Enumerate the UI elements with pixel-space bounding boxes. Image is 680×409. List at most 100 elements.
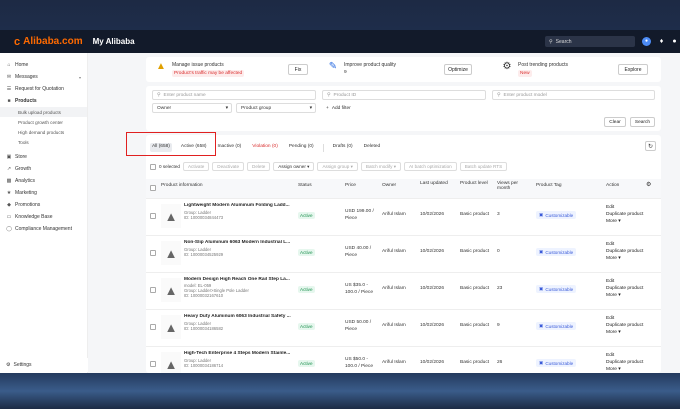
chevron-down-icon: ▾ — [618, 256, 621, 261]
more-dropdown[interactable]: More ▾ — [606, 256, 621, 261]
sidebar-item-rfq[interactable]: ☰ Request for Quotation — [0, 83, 87, 95]
shield-icon: ◯ — [6, 226, 12, 232]
product-name[interactable]: Non-Slip Aluminum 6063 Modern Industrial… — [184, 240, 294, 245]
row-checkbox[interactable] — [150, 324, 156, 330]
account-icon[interactable]: ● — [670, 37, 679, 46]
bulk-actions-bar: 0 selected Activate Deactivate Delete As… — [150, 162, 508, 171]
product-name[interactable]: Lightweight Modern Aluminum Folding Ladd… — [184, 203, 294, 208]
duplicate-product-link[interactable]: Duplicate product — [606, 323, 643, 328]
sidebar-item-label: Home — [15, 62, 29, 68]
assign-owner-button[interactable]: Assign owner ▾ — [273, 162, 315, 171]
product-name-input[interactable]: ⚲ Enter product name — [152, 90, 316, 100]
sidebar-item-growth[interactable]: ↗ Growth — [0, 163, 87, 175]
batch-modify-button[interactable]: Batch modify ▾ — [360, 162, 402, 171]
sidebar-subitem-growth-center[interactable]: Product growth center — [0, 117, 87, 127]
sidebar-subitem-high-demand[interactable]: High demand products — [0, 127, 87, 137]
views: 26 — [497, 360, 503, 365]
sidebar-item-messages[interactable]: ✉ Messages ▾ — [0, 71, 87, 83]
product-id-input[interactable]: ⚲ Product ID — [322, 90, 486, 100]
product-name[interactable]: Modern Design High Reach One Rail Step L… — [184, 277, 294, 282]
duplicate-product-link[interactable]: Duplicate product — [606, 286, 643, 291]
refresh-button[interactable]: ↻ — [645, 141, 656, 151]
header-checkbox[interactable] — [150, 185, 156, 191]
activate-button[interactable]: Activate — [182, 162, 210, 171]
fix-button[interactable]: Fix — [288, 64, 308, 75]
price: USD 50.00 / Piece — [345, 319, 375, 333]
product-thumbnail[interactable]: ▲ — [161, 204, 181, 228]
edit-link[interactable]: Edit — [606, 205, 614, 210]
product-thumbnail[interactable]: ▲ — [161, 278, 181, 302]
deactivate-button[interactable]: Deactivate — [212, 162, 245, 171]
row-checkbox[interactable] — [150, 361, 156, 367]
rfq-icon: ☰ — [6, 86, 12, 92]
sidebar-item-promotions[interactable]: ◆ Promotions — [0, 199, 87, 211]
row-checkbox[interactable] — [150, 213, 156, 219]
duplicate-product-link[interactable]: Duplicate product — [606, 360, 643, 365]
tab-label: Pending — [288, 144, 307, 149]
sidebar-item-home[interactable]: ⌂ Home — [0, 59, 87, 71]
tag-label: Customizable — [545, 212, 574, 218]
tab-deleted[interactable]: Deleted — [362, 143, 383, 152]
sidebar-subitem-tools[interactable]: Tools — [0, 137, 87, 147]
more-dropdown[interactable]: More ▾ — [606, 293, 621, 298]
top-search-input[interactable]: ⚲ Search — [545, 36, 635, 47]
bell-icon[interactable]: ♦ — [657, 37, 666, 46]
chevron-down-icon: ▾ — [618, 219, 621, 224]
edit-link[interactable]: Edit — [606, 353, 614, 358]
tag-label: Customizable — [545, 323, 574, 329]
alibaba-logo[interactable]: ϲ Alibaba.com — [14, 36, 83, 48]
product-name[interactable]: Heavy Duty Aluminum 6063 Industrial Safe… — [184, 314, 294, 319]
sidebar-subitem-bulk-upload[interactable]: Bulk upload products — [0, 107, 87, 117]
table-row: ▲ Heavy Duty Aluminum 6063 Industrial Sa… — [146, 309, 661, 345]
owner-select[interactable]: Owner ▾ — [152, 103, 232, 113]
select-all-checkbox[interactable] — [150, 163, 156, 170]
edit-link[interactable]: Edit — [606, 279, 614, 284]
product-thumbnail[interactable]: ▲ — [161, 241, 181, 265]
tab-inactive[interactable]: Inactive (0) — [216, 143, 244, 152]
sidebar-item-compliance[interactable]: ◯ Compliance Management — [0, 223, 87, 235]
duplicate-product-link[interactable]: Duplicate product — [606, 212, 643, 217]
more-dropdown[interactable]: More ▾ — [606, 219, 621, 224]
explore-button[interactable]: Explore — [618, 64, 648, 75]
product-thumbnail[interactable]: ▲ — [161, 315, 181, 339]
tag-icon: ▣ — [539, 360, 544, 365]
globe-icon[interactable]: ● — [642, 37, 651, 46]
tab-pending[interactable]: Pending (0) — [287, 143, 316, 152]
customizable-tag: ▣ Customizable — [536, 285, 577, 293]
more-dropdown[interactable]: More ▾ — [606, 367, 621, 372]
sidebar-item-analytics[interactable]: ▩ Analytics — [0, 175, 87, 187]
tab-violation[interactable]: Violation (0) — [250, 143, 280, 152]
tab-count: (0) — [346, 144, 353, 149]
add-filter-button[interactable]: + Add filter — [322, 103, 360, 113]
tab-count: (0) — [307, 144, 314, 149]
sidebar-item-marketing[interactable]: ★ Marketing — [0, 187, 87, 199]
group-label: Product group — [241, 105, 272, 111]
product-group-select[interactable]: Product group ▾ — [236, 103, 316, 113]
ai-batch-optimization-button[interactable]: AI batch optimization — [404, 162, 457, 171]
alibaba-logo-text: Alibaba.com — [23, 36, 83, 47]
assign-group-button[interactable]: Assign group ▾ — [317, 162, 358, 171]
tab-drafts[interactable]: Drafts (0) — [331, 143, 355, 152]
optimize-button[interactable]: Optimize — [444, 64, 472, 75]
sidebar-item-products[interactable]: ■ Products — [0, 95, 87, 107]
row-checkbox[interactable] — [150, 250, 156, 256]
gear-icon[interactable]: ⚙ — [646, 181, 651, 188]
sidebar-item-settings[interactable]: ⚙ Settings — [0, 358, 88, 372]
edit-link[interactable]: Edit — [606, 242, 614, 247]
product-model-input[interactable]: ⚲ Enter product model — [492, 90, 655, 100]
product-name[interactable]: High-Tech Enterprise 4 Steps Modern Stai… — [184, 351, 294, 356]
row-checkbox[interactable] — [150, 287, 156, 293]
chevron-down-icon: ▾ — [350, 163, 353, 169]
header-last-updated[interactable]: Last updated — [420, 181, 454, 186]
button-label: Batch modify — [365, 164, 393, 169]
product-thumbnail[interactable]: ▲ — [161, 352, 181, 373]
more-dropdown[interactable]: More ▾ — [606, 330, 621, 335]
search-button[interactable]: Search — [630, 117, 655, 127]
sidebar-item-knowledge-base[interactable]: ▭ Knowledge Base — [0, 211, 87, 223]
batch-update-rts-button[interactable]: Batch update RTS — [459, 162, 508, 171]
delete-button[interactable]: Delete — [247, 162, 271, 171]
edit-link[interactable]: Edit — [606, 316, 614, 321]
clear-button[interactable]: Clear — [604, 117, 626, 127]
duplicate-product-link[interactable]: Duplicate product — [606, 249, 643, 254]
sidebar-item-store[interactable]: ▣ Store — [0, 151, 87, 163]
